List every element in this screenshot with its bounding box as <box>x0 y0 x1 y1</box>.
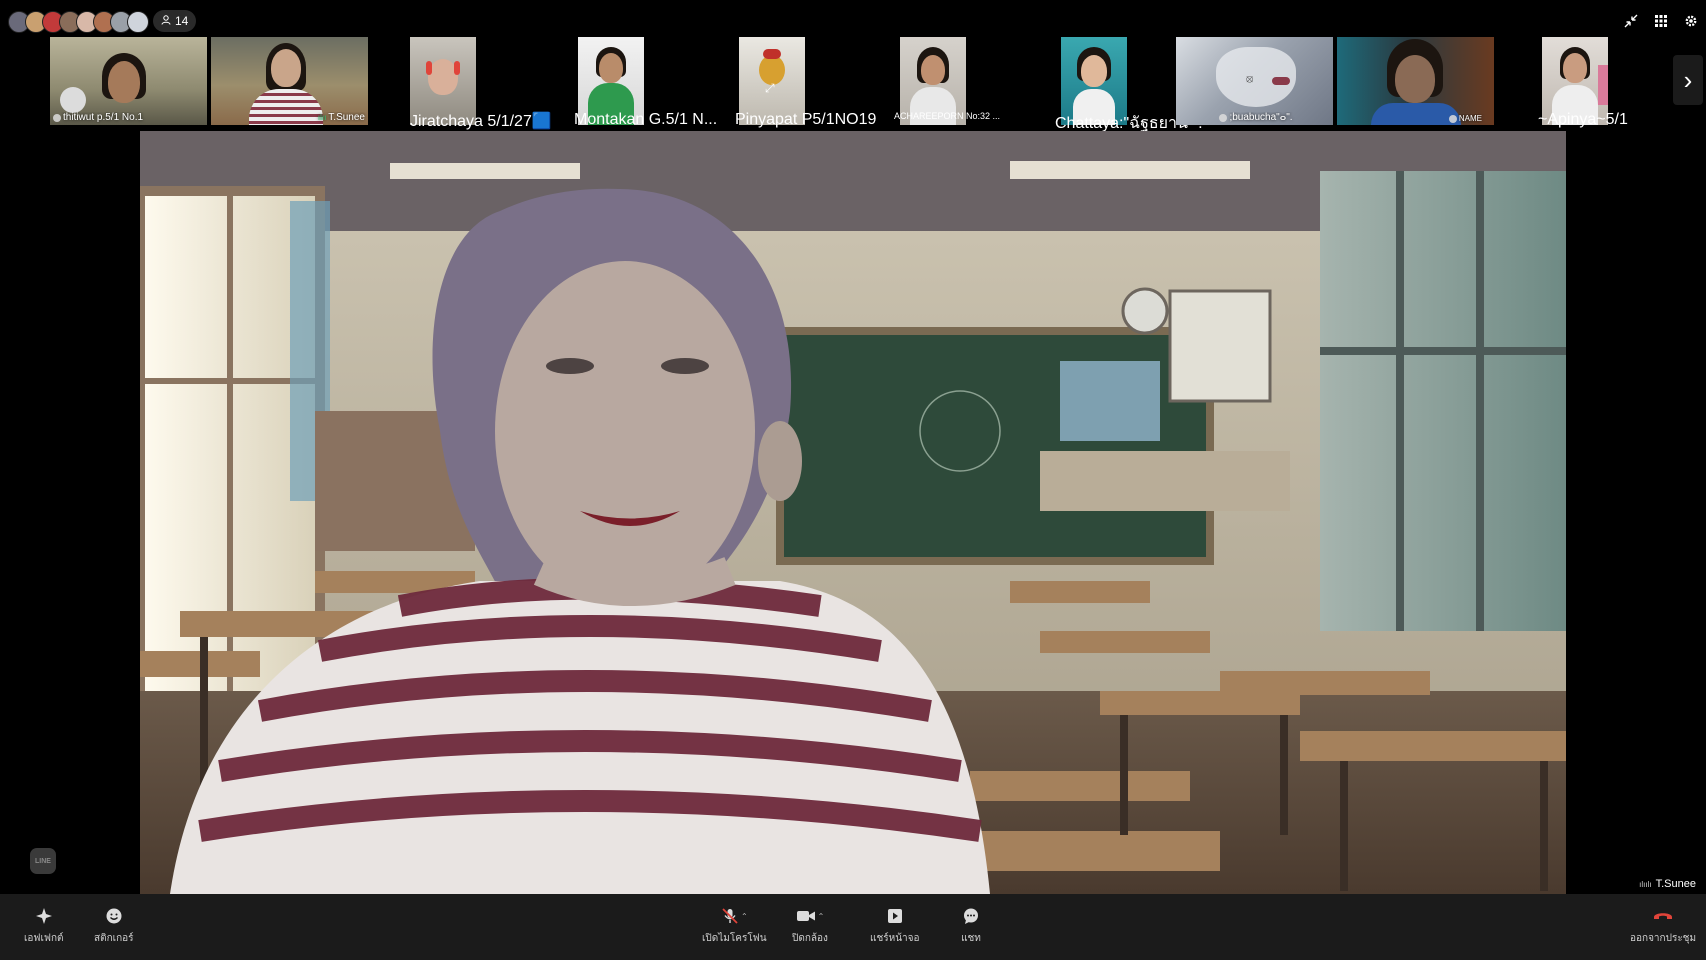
participant-name: ACHAREEPORN No:32 ... <box>894 111 1001 121</box>
participant-tile[interactable]: NAME <box>1337 37 1494 125</box>
participant-name: Pinyapat P5/1NO19 <box>735 111 877 128</box>
participant-tile[interactable]: ⦻ ;buabucha"ⴰ". <box>1176 37 1333 125</box>
grid-view-icon[interactable] <box>1652 12 1670 30</box>
classroom-background <box>140 131 1566 894</box>
effects-button[interactable]: เอฟเฟกต์ <box>24 906 64 946</box>
window-controls <box>1622 12 1700 30</box>
participant-avatars[interactable] <box>8 10 149 34</box>
chevron-up-icon[interactable]: ⌃ <box>818 912 825 921</box>
participant-name: ılıı T.Sunee <box>317 112 365 123</box>
mic-icon <box>1219 113 1228 122</box>
chat-button[interactable]: แชท <box>960 906 982 946</box>
stickers-button[interactable]: สติกเกอร์ <box>94 906 134 946</box>
camera-button[interactable]: ⌃ ปิดกล้อง <box>792 906 828 946</box>
participant-name: ;buabucha"ⴰ". <box>1176 112 1333 123</box>
participant-name: Montakan G.5/1 N... <box>574 111 718 128</box>
share-screen-icon <box>884 906 906 926</box>
call-toolbar: เอฟเฟกต์ สติกเกอร์ ⌃ เปิดไมโครโฟน ⌃ ปิดก… <box>0 894 1706 960</box>
settings-gear-icon[interactable] <box>1682 12 1700 30</box>
mic-icon <box>1448 114 1457 123</box>
leave-meeting-button[interactable]: ออกจากประชุม <box>1630 906 1696 946</box>
mic-muted-icon: ⌃ <box>716 906 752 926</box>
participant-tile[interactable]: thitiwut p.5/1 No.1 <box>50 37 207 125</box>
minimize-view-icon[interactable] <box>1622 12 1640 30</box>
smiley-icon <box>103 906 125 926</box>
participant-strip-bar: 14 thitiwut p.5/1 No.1 ılıı T.Sunee Jira… <box>0 0 1706 132</box>
expand-icon: ⤢ <box>765 81 775 95</box>
main-speaker-name: ılıılı T.Sunee <box>1639 878 1696 890</box>
line-logo-icon: LINE <box>30 848 56 874</box>
sparkle-icon <box>33 906 55 926</box>
avatar <box>127 11 149 33</box>
participant-tile[interactable]: ılıı T.Sunee <box>211 37 368 125</box>
share-screen-button[interactable]: แชร์หน้าจอ <box>870 906 920 946</box>
participant-name: thitiwut p.5/1 No.1 <box>50 112 207 123</box>
camera-off-icon: ⦻ <box>1246 73 1254 85</box>
chevron-up-icon[interactable]: ⌃ <box>741 912 748 921</box>
participant-count: 14 <box>175 14 189 28</box>
next-page-chevron-icon[interactable]: › <box>1673 55 1703 105</box>
video-call-window: 14 thitiwut p.5/1 No.1 ılıı T.Sunee Jira… <box>0 0 1706 960</box>
participant-thumbnails: thitiwut p.5/1 No.1 ılıı T.Sunee Jiratcha… <box>50 37 1670 132</box>
person-icon <box>161 10 171 32</box>
speaking-indicator-icon: ılıı <box>317 113 327 122</box>
audio-level-icon: ılıılı <box>1639 879 1652 889</box>
mic-icon <box>53 113 61 122</box>
participant-name: NAME <box>1337 114 1494 123</box>
participant-name: ~Apinya~5/1 <box>1538 111 1628 128</box>
video-camera-icon: ⌃ <box>792 906 828 926</box>
participant-name: Jiratchaya 5/1/27🟦 <box>410 113 552 130</box>
chat-bubble-icon <box>960 906 982 926</box>
main-speaker-video[interactable] <box>140 131 1566 894</box>
participant-count-badge[interactable]: 14 <box>153 10 197 32</box>
microphone-button[interactable]: ⌃ เปิดไมโครโฟน <box>702 906 767 946</box>
hang-up-phone-icon <box>1652 906 1674 926</box>
